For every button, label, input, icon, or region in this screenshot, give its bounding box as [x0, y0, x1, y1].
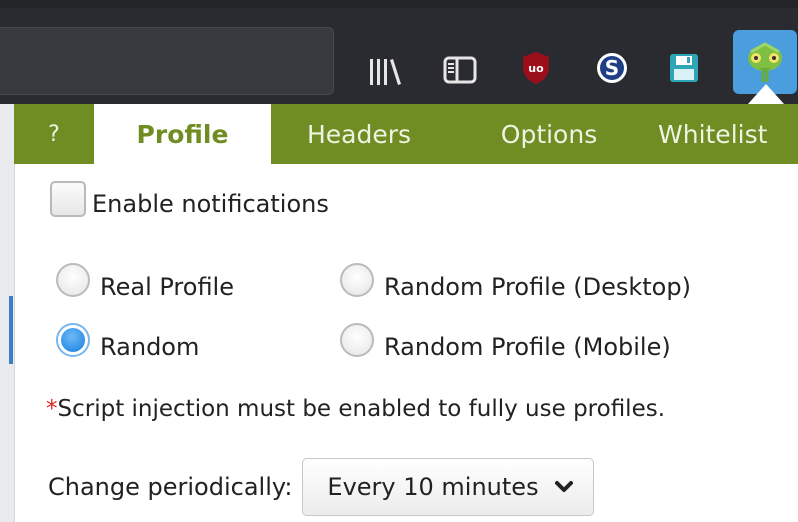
s-extension-icon[interactable]: S [592, 48, 632, 88]
enable-notifications-label: Enable notifications [92, 190, 329, 218]
browser-window: uo S ? Profile Headers Options Whitelist… [0, 0, 798, 522]
script-injection-note-text: Script injection must be enabled to full… [57, 396, 666, 422]
library-icon[interactable] [365, 52, 405, 92]
tab-help[interactable]: ? [14, 104, 94, 164]
chevron-down-icon [553, 476, 575, 498]
radio-random-row[interactable]: Random [56, 323, 200, 364]
url-bar[interactable] [0, 27, 334, 95]
radio-random-profile-desktop[interactable] [340, 263, 374, 297]
radio-random-desktop-label: Random Profile (Desktop) [384, 273, 691, 301]
change-periodically-label: Change periodically: [48, 473, 293, 501]
tab-whitelist[interactable]: Whitelist [644, 104, 798, 164]
tab-options[interactable]: Options [469, 104, 629, 164]
script-injection-note: * Script injection must be enabled to fu… [46, 396, 665, 422]
change-periodically-value: Every 10 minutes [327, 473, 539, 501]
radio-real-profile-row[interactable]: Real Profile [56, 263, 234, 304]
save-disk-icon[interactable] [664, 48, 704, 88]
radio-random-label: Random [100, 333, 200, 361]
browser-toolbar: uo S [0, 0, 798, 104]
tab-profile[interactable]: Profile [94, 104, 271, 164]
radio-real-profile-label: Real Profile [100, 273, 234, 301]
change-periodically-select[interactable]: Every 10 minutes [302, 458, 594, 516]
sidebar-icon[interactable] [440, 50, 480, 90]
radio-real-profile[interactable] [56, 263, 90, 297]
tab-headers[interactable]: Headers [284, 104, 434, 164]
toolbar-top-edge [0, 0, 798, 8]
popup-tab-bar: ? Profile Headers Options Whitelist [14, 104, 798, 164]
svg-text:S: S [605, 56, 619, 80]
svg-text:uo: uo [528, 62, 544, 75]
radio-random-mobile-row[interactable]: Random Profile (Mobile) [340, 323, 671, 364]
ublock-origin-icon[interactable]: uo [516, 48, 556, 88]
radio-random-profile-mobile[interactable] [340, 323, 374, 357]
enable-notifications-checkbox[interactable] [50, 181, 86, 217]
change-periodically-row: Change periodically: Every 10 minutes [48, 458, 594, 516]
radio-random-desktop-row[interactable]: Random Profile (Desktop) [340, 263, 691, 304]
page-background-strip [0, 104, 14, 522]
radio-selected-dot [61, 328, 85, 352]
required-asterisk: * [46, 396, 58, 422]
enable-notifications-row[interactable]: Enable notifications [50, 181, 329, 222]
radio-random-mobile-label: Random Profile (Mobile) [384, 333, 671, 361]
popup-arrow [748, 84, 784, 104]
page-scroll-indicator [9, 296, 13, 364]
radio-random[interactable] [56, 323, 90, 357]
